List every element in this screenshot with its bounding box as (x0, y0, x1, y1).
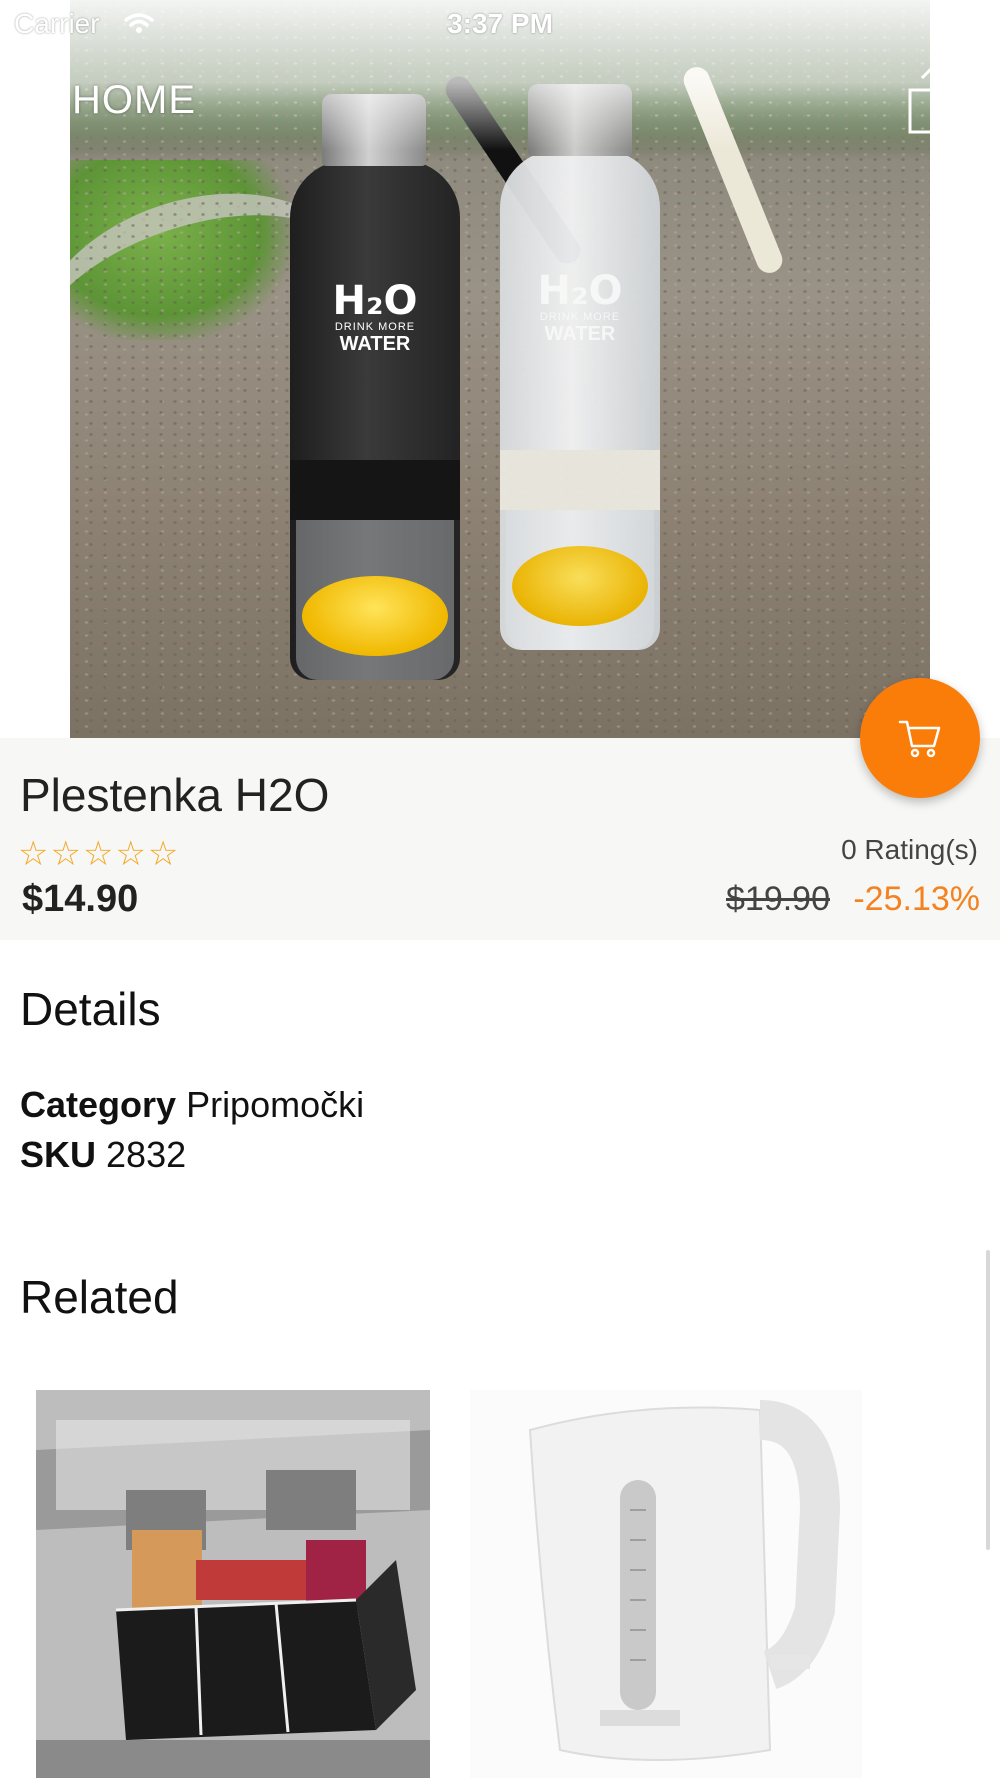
light-bottle-graphic: H₂O DRINK MORE WATER (500, 84, 660, 650)
related-product-kettle[interactable] (470, 1390, 862, 1778)
rating-stars[interactable]: ☆☆☆☆☆ (18, 834, 180, 874)
dark-bottle-graphic: H₂O DRINK MORE WATER (290, 94, 460, 680)
category-row: Category Pripomočki (20, 1084, 364, 1126)
kettle-image (470, 1390, 862, 1778)
cart-icon (898, 720, 941, 758)
add-to-cart-button[interactable] (860, 678, 980, 798)
product-title: Plestenka H2O (20, 769, 330, 821)
ratings-count: 0 Rating(s) (841, 834, 978, 865)
category-label: Category (20, 1084, 177, 1125)
battery-icon (930, 12, 995, 38)
share-icon[interactable] (906, 64, 958, 136)
status-bar: Carrier 3:37 PM (0, 0, 1000, 52)
details-heading: Details (20, 983, 161, 1035)
chevron-left-icon (33, 77, 57, 123)
original-price: $19.90 (726, 880, 830, 918)
sku-label: SKU (20, 1134, 97, 1175)
category-value[interactable]: Pripomočki (186, 1084, 364, 1125)
sku-row: SKU 2832 (20, 1134, 186, 1176)
related-product-trunk-organizer[interactable] (36, 1390, 430, 1778)
current-price: $14.90 (22, 878, 139, 920)
scroll-indicator[interactable] (986, 1250, 990, 1550)
back-button[interactable]: HOME (28, 72, 196, 128)
trunk-organizer-image (36, 1390, 430, 1778)
discount-badge: -25.13% (853, 880, 980, 918)
clock: 3:37 PM (447, 8, 553, 39)
back-label: HOME (72, 77, 196, 122)
related-heading: Related (20, 1271, 179, 1323)
product-summary: Plestenka H2O ☆☆☆☆☆ 0 Rating(s) $14.90 $… (0, 738, 1000, 940)
sku-value: 2832 (106, 1134, 187, 1175)
